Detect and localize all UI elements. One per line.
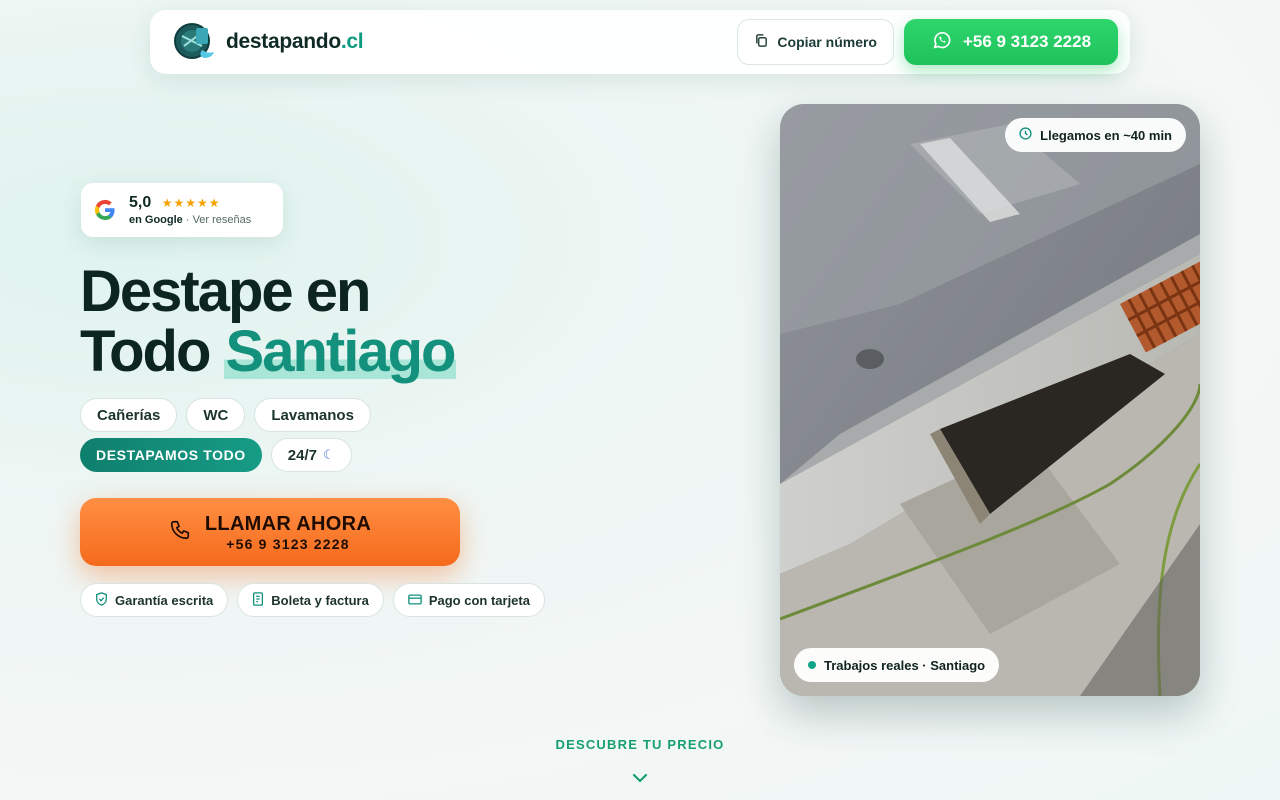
- call-now-button[interactable]: LLAMAR AHORA +56 9 3123 2228: [80, 498, 460, 566]
- drain-photo-illustration: [780, 104, 1200, 696]
- clock-icon: [1019, 127, 1032, 143]
- brand[interactable]: destapando.cl: [172, 22, 364, 62]
- copy-icon: [754, 33, 769, 51]
- work-photo: Llegamos en ~40 min Trabajos reales · Sa…: [780, 104, 1200, 696]
- rating-source: en Google: [129, 214, 183, 226]
- trust-badges: Garantía escrita Boleta y factura Pago c…: [80, 583, 545, 617]
- whatsapp-icon: [931, 29, 953, 56]
- hours-label: 24/7: [287, 446, 317, 464]
- hero-title: Destape en Todo Santiago: [80, 259, 457, 384]
- badge-garantia: Garantía escrita: [80, 583, 229, 617]
- chip-hours: 24/7 ☾: [270, 438, 352, 472]
- logo-icon: [172, 22, 218, 62]
- rating-separator: ·: [182, 214, 193, 226]
- rating-score: 5,0: [129, 194, 152, 211]
- badge-tarjeta-label: Pago con tarjeta: [428, 592, 530, 608]
- site-header: destapando.cl Copiar número +56 9 3123 2…: [150, 10, 1130, 74]
- badge-boleta: Boleta y factura: [237, 583, 384, 617]
- phone-icon: [169, 519, 191, 546]
- photo-caption-pill: Trabajos reales · Santiago: [794, 648, 1000, 682]
- google-rating-card[interactable]: 5,0 ★★★★★ en Google · Ver reseñas: [81, 183, 283, 237]
- hero-title-line2: Todo: [80, 319, 224, 384]
- eta-pill: Llegamos en ~40 min: [1005, 118, 1186, 152]
- rating-stars: ★★★★★: [161, 196, 221, 210]
- brand-tld: .cl: [340, 30, 364, 53]
- hero-title-line1: Destape en: [80, 259, 371, 324]
- chip-lavamanos: Lavamanos: [254, 398, 371, 432]
- credit-card-icon: [408, 593, 422, 608]
- shield-icon: [95, 591, 108, 609]
- service-chips-row2: DESTAPAMOS TODO 24/7 ☾: [80, 438, 352, 472]
- chevron-down-icon[interactable]: [632, 770, 648, 788]
- call-now-number: +56 9 3123 2228: [226, 535, 350, 552]
- chip-wc: WC: [186, 398, 246, 432]
- copy-number-button[interactable]: Copiar número: [737, 19, 894, 65]
- receipt-icon: [252, 591, 264, 609]
- reviews-link[interactable]: Ver reseñas: [193, 214, 252, 226]
- chip-destapamos-todo: DESTAPAMOS TODO: [80, 438, 262, 472]
- status-dot: [808, 661, 816, 669]
- badge-boleta-label: Boleta y factura: [271, 592, 369, 608]
- hero-title-accent: Santiago: [223, 319, 457, 384]
- photo-caption: Trabajos reales · Santiago: [824, 657, 986, 673]
- google-icon: [93, 198, 117, 222]
- brand-name: destapando.cl: [226, 30, 364, 53]
- whatsapp-number: +56 9 3123 2228: [962, 32, 1092, 51]
- copy-number-label: Copiar número: [777, 34, 877, 50]
- call-now-label: LLAMAR AHORA: [204, 512, 372, 535]
- discover-price-link[interactable]: DESCUBRE TU PRECIO: [0, 737, 1280, 752]
- moon-icon: ☾: [323, 447, 335, 462]
- badge-tarjeta: Pago con tarjeta: [392, 583, 545, 617]
- whatsapp-button[interactable]: +56 9 3123 2228: [904, 19, 1118, 65]
- chip-canerias: Cañerías: [80, 398, 178, 432]
- service-chips: Cañerías WC Lavamanos: [80, 398, 371, 432]
- eta-label: Llegamos en ~40 min: [1040, 127, 1172, 143]
- badge-garantia-label: Garantía escrita: [115, 592, 214, 608]
